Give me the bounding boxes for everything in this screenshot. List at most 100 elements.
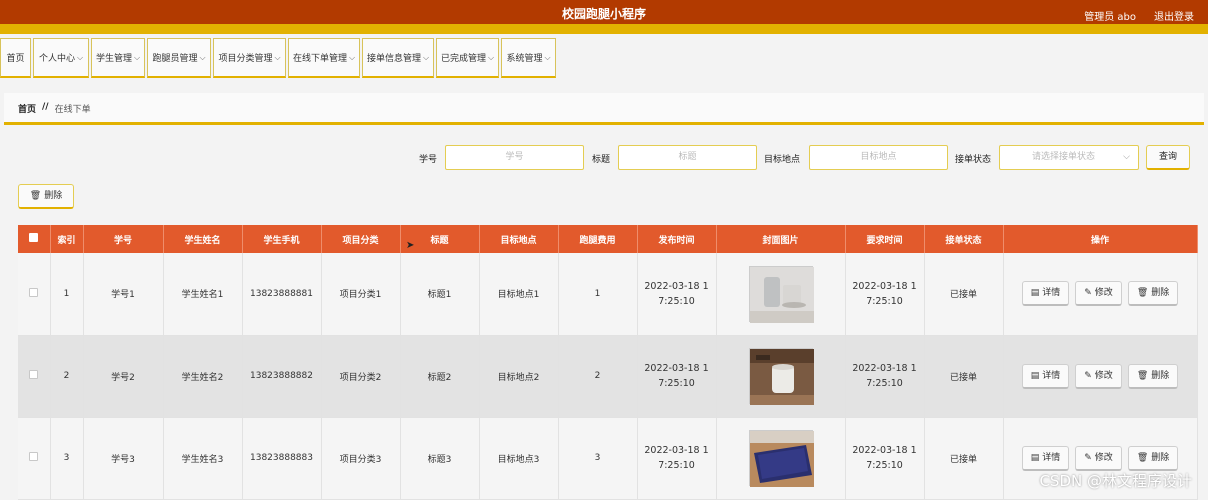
detail-button[interactable]: ▤ 详情 xyxy=(1021,445,1070,471)
nav-order-mgmt[interactable]: 在线下单管理 ⌵ xyxy=(288,38,360,78)
select-all-checkbox[interactable] xyxy=(29,233,39,242)
chevron-down-icon: ⌵ xyxy=(348,52,356,62)
location-label: 目标地点 xyxy=(764,155,801,165)
time-line: 2022-03-18 1 xyxy=(644,363,709,374)
nav-label: 跑腿员管理 xyxy=(152,54,198,64)
time-line: 2022-03-18 1 xyxy=(852,280,917,292)
fee-cell: 3 xyxy=(558,417,638,500)
title-input[interactable]: 标题 xyxy=(618,145,757,170)
status-select-placeholder: 请选择接单状态 xyxy=(1032,152,1096,162)
status-select[interactable]: 请选择接单状态 ⌵ xyxy=(999,145,1139,170)
cover-image[interactable] xyxy=(748,348,814,405)
detail-button[interactable]: ▤ 详情 xyxy=(1021,281,1070,307)
pencil-icon: ✎ xyxy=(1084,452,1092,463)
delete-button[interactable]: 🗑 删除 xyxy=(1127,281,1179,307)
table-row[interactable]: 2 学号2 学生姓名2 13823888882 项目分类2 标题2 目标地点2 … xyxy=(18,335,1198,418)
detail-button[interactable]: ▤ 详情 xyxy=(1021,363,1070,389)
row-select-cell[interactable] xyxy=(18,335,51,418)
select-all-cell[interactable] xyxy=(18,225,51,253)
cover-image-cell xyxy=(716,417,846,500)
detail-label: 详情 xyxy=(1042,370,1061,381)
row-select-cell[interactable] xyxy=(18,253,51,336)
nav-category-mgmt[interactable]: 项目分类管理 ⌵ xyxy=(213,38,286,78)
location-cell: 目标地点1 xyxy=(479,253,559,336)
column-header[interactable]: 跑腿费用 xyxy=(558,225,638,253)
nav-label: 首页 xyxy=(6,54,25,64)
title-cell: 标题1 xyxy=(400,253,480,336)
logout-link[interactable]: 退出登录 xyxy=(1154,8,1194,23)
delete-label: 删除 xyxy=(44,191,63,201)
row-select-cell[interactable] xyxy=(18,417,51,500)
column-header[interactable]: 发布时间 xyxy=(637,225,717,253)
student-id-cell: 学号3 xyxy=(83,417,164,500)
edit-button[interactable]: ✎ 修改 xyxy=(1075,363,1122,389)
status-label: 接单状态 xyxy=(955,155,992,165)
pencil-icon: ✎ xyxy=(1084,288,1092,299)
location-input[interactable]: 目标地点 xyxy=(809,145,948,170)
nav-completed-mgmt[interactable]: 已完成管理 ⌵ xyxy=(436,38,499,78)
time-line: 2022-03-18 1 xyxy=(644,445,709,456)
nav-label: 学生管理 xyxy=(95,54,132,64)
nav-accept-mgmt[interactable]: 接单信息管理 ⌵ xyxy=(362,38,434,78)
row-checkbox[interactable] xyxy=(29,370,39,379)
nav-personal-center[interactable]: 个人中心 ⌵ xyxy=(33,38,89,78)
breadcrumb-home[interactable]: 首页 xyxy=(18,102,36,115)
edit-label: 修改 xyxy=(1094,452,1113,463)
index-cell: 3 xyxy=(50,417,84,500)
publish-time-cell: 2022-03-18 1 7:25:10 xyxy=(637,335,717,418)
student-id-input[interactable]: 学号 xyxy=(445,145,584,170)
fee-cell: 2 xyxy=(558,335,638,418)
nav-student-mgmt[interactable]: 学生管理 ⌵ xyxy=(91,38,145,78)
table-row[interactable]: 3 学号3 学生姓名3 13823888883 项目分类3 标题3 目标地点3 … xyxy=(18,417,1198,500)
student-id-cell: 学号2 xyxy=(83,335,164,418)
column-header[interactable]: 学号 xyxy=(83,225,164,253)
cover-image-graphic xyxy=(749,431,814,487)
edit-button[interactable]: ✎ 修改 xyxy=(1075,281,1122,307)
status-cell: 已接单 xyxy=(924,335,1004,418)
column-header[interactable]: 索引 xyxy=(50,225,84,253)
student-id-label: 学号 xyxy=(419,155,438,165)
column-header[interactable]: 接单状态 xyxy=(924,225,1004,253)
edit-button[interactable]: ✎ 修改 xyxy=(1075,445,1122,471)
time-line: 2022-03-18 1 xyxy=(852,363,917,374)
order-table: 索引 学号 学生姓名 学生手机 项目分类 标题 目标地点 跑腿费用 发布时间 封… xyxy=(18,225,1198,500)
index-cell: 1 xyxy=(50,253,84,336)
column-header[interactable]: 项目分类 xyxy=(321,225,401,253)
trash-icon: 🗑 xyxy=(1136,452,1149,463)
delete-button[interactable]: 🗑 删除 xyxy=(1127,445,1179,471)
trash-icon: 🗑 xyxy=(29,191,42,201)
cover-image-cell xyxy=(716,253,846,336)
row-checkbox[interactable] xyxy=(29,287,39,297)
delete-label: 删除 xyxy=(1151,452,1170,463)
delete-button[interactable]: 🗑 删除 xyxy=(1127,363,1179,389)
time-line: 7:25:10 xyxy=(658,460,695,471)
cover-image-cell xyxy=(716,335,846,418)
category-cell: 项目分类3 xyxy=(321,417,401,500)
column-header[interactable]: 目标地点 xyxy=(479,225,559,253)
batch-delete-button[interactable]: 🗑 删除 xyxy=(18,184,74,209)
column-header[interactable]: 学生手机 xyxy=(242,225,322,253)
row-checkbox[interactable] xyxy=(29,452,39,461)
column-header[interactable]: 要求时间 xyxy=(845,225,925,253)
chevron-down-icon: ⌵ xyxy=(274,52,281,62)
table-row[interactable]: 1 学号1 学生姓名1 13823888881 项目分类1 标题1 目标地点1 … xyxy=(18,253,1198,336)
column-header[interactable]: 学生姓名 xyxy=(163,225,243,253)
student-id-cell: 学号1 xyxy=(83,253,164,336)
admin-user[interactable]: 管理员 abo xyxy=(1084,8,1136,23)
chevron-down-icon: ⌵ xyxy=(422,52,430,62)
cover-image-graphic xyxy=(749,266,814,323)
column-header[interactable]: 封面图片 xyxy=(716,225,846,253)
query-button[interactable]: 查询 xyxy=(1146,145,1190,170)
location-cell: 目标地点2 xyxy=(479,335,559,418)
cover-image[interactable] xyxy=(748,430,814,487)
nav-runner-mgmt[interactable]: 跑腿员管理 ⌵ xyxy=(147,38,211,78)
breadcrumb-current: 在线下单 xyxy=(54,105,91,115)
nav-system-mgmt[interactable]: 系统管理 ⌵ xyxy=(501,38,556,78)
time-line: 2022-03-18 1 xyxy=(644,280,709,292)
category-cell: 项目分类1 xyxy=(321,253,401,336)
document-icon: ▤ xyxy=(1030,452,1040,463)
cover-image[interactable] xyxy=(748,265,814,323)
nav-home[interactable]: 首页 xyxy=(0,38,31,78)
publish-time-cell: 2022-03-18 1 7:25:10 xyxy=(637,417,717,500)
watermark: CSDN @林文程序设计 xyxy=(1039,472,1192,490)
